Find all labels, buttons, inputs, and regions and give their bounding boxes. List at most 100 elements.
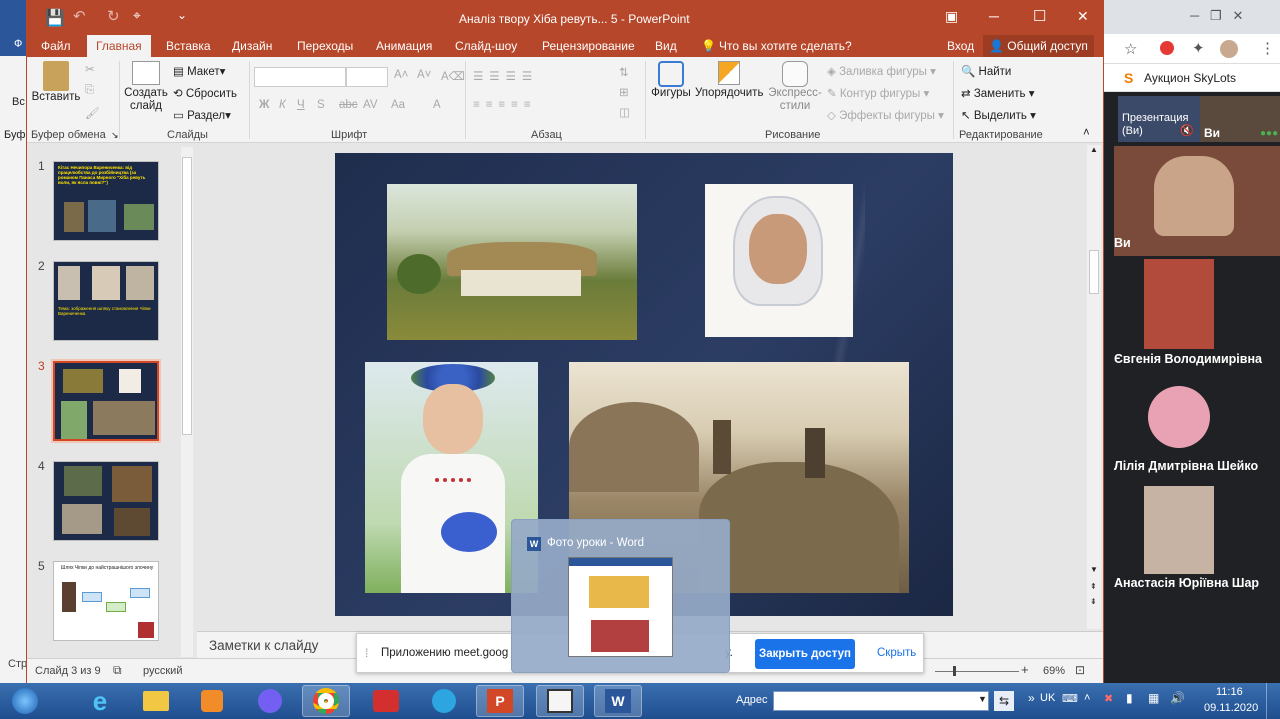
prev-slide-icon[interactable]: ⇞ bbox=[1090, 582, 1097, 591]
collapse-ribbon-icon[interactable]: ˄ bbox=[1083, 127, 1090, 139]
shape-outline-button[interactable]: ✎ Контур фигуры ▾ bbox=[827, 86, 929, 100]
taskbar-word[interactable]: W bbox=[594, 685, 642, 717]
tab-review[interactable]: Рецензирование bbox=[542, 39, 635, 53]
ribbon-display-icon[interactable]: ▣ bbox=[945, 8, 958, 25]
self-tile[interactable]: Ви ●●● bbox=[1200, 96, 1280, 142]
tab-home[interactable]: Главная bbox=[87, 35, 151, 57]
font-color-button[interactable]: A bbox=[433, 99, 441, 111]
image-old-woman[interactable] bbox=[705, 184, 853, 337]
star-icon[interactable]: ☆ bbox=[1124, 40, 1137, 58]
network-icon[interactable]: ▦ bbox=[1148, 691, 1159, 705]
taskbar-chrome[interactable] bbox=[302, 685, 350, 717]
close-button[interactable]: ✕ bbox=[1077, 8, 1089, 25]
avatar[interactable] bbox=[1220, 40, 1238, 58]
tab-animations[interactable]: Анимация bbox=[376, 39, 432, 53]
shrink-font-icon[interactable]: A˅ bbox=[417, 69, 431, 81]
battery-icon[interactable]: ▮ bbox=[1126, 691, 1133, 705]
dialog-launcher-icon[interactable]: ↘ bbox=[111, 130, 119, 141]
italic-button[interactable]: К bbox=[279, 99, 286, 111]
tab-view[interactable]: Вид bbox=[655, 39, 677, 53]
shape-fill-button[interactable]: ◈ Заливка фигуры ▾ bbox=[827, 64, 936, 78]
taskbar-downloader[interactable] bbox=[362, 685, 410, 717]
text-direction-icon[interactable]: ⇅ bbox=[619, 65, 629, 79]
tab-design[interactable]: Дизайн bbox=[232, 39, 272, 53]
slide-thumbnail-5[interactable]: Шлях Чіпки до найстрашнішого злочину bbox=[53, 561, 159, 641]
participant-tile[interactable]: Євгенія Володимирівна bbox=[1114, 257, 1280, 372]
copy-icon[interactable]: ⎘ bbox=[85, 84, 94, 97]
spacing-icon[interactable]: AV bbox=[363, 99, 378, 111]
smartart-icon[interactable]: ◫ bbox=[619, 105, 630, 119]
cut-icon[interactable]: ✂ bbox=[85, 62, 95, 76]
zoom-slider[interactable] bbox=[935, 666, 1019, 676]
clock-time[interactable]: 11:16 bbox=[1216, 686, 1243, 698]
editor-scrollbar[interactable]: ▲ ▼ ⇞ ⇟ bbox=[1087, 145, 1101, 629]
clock-date[interactable]: 09.11.2020 bbox=[1204, 702, 1258, 714]
participant-tile[interactable]: Лілія Дмитрівна Шейко bbox=[1114, 374, 1280, 479]
editor-scroll-thumb[interactable] bbox=[1089, 250, 1099, 294]
puzzle-icon[interactable]: ✦ bbox=[1192, 39, 1205, 57]
hide-button[interactable]: Скрыть bbox=[877, 647, 916, 659]
quick-styles-button[interactable]: Экспресс-стили bbox=[765, 61, 825, 113]
underline-button[interactable]: Ч bbox=[297, 99, 305, 111]
taskbar-preview[interactable]: W Фото уроки - Word bbox=[511, 519, 730, 673]
scroll-up-icon[interactable]: ▲ bbox=[1090, 145, 1098, 154]
tab-transitions[interactable]: Переходы bbox=[297, 39, 353, 53]
extension-icon[interactable] bbox=[1160, 41, 1174, 55]
taskbar-media[interactable] bbox=[188, 685, 236, 717]
clear-format-icon[interactable]: A⌫ bbox=[441, 69, 465, 83]
slide-thumbnail-1[interactable]: Кітас Нечипора Варениченка: від працелюб… bbox=[53, 161, 159, 241]
language-indicator[interactable]: UK bbox=[1040, 692, 1055, 704]
shape-effects-button[interactable]: ◇ Эффекты фигуры ▾ bbox=[827, 108, 944, 122]
bold-button[interactable]: Ж bbox=[259, 99, 269, 111]
save-icon[interactable]: 💾 bbox=[45, 8, 65, 28]
grow-font-icon[interactable]: A˄ bbox=[394, 69, 408, 81]
taskbar-telegram[interactable] bbox=[420, 685, 468, 717]
zoom-in-icon[interactable]: + bbox=[1021, 662, 1029, 677]
show-toolbar-icon[interactable]: » bbox=[1028, 691, 1035, 705]
minimize-button[interactable]: ─ bbox=[989, 8, 999, 24]
abc-button[interactable]: abc bbox=[339, 99, 358, 111]
stop-sharing-button[interactable]: Закрыть доступ bbox=[755, 639, 855, 669]
strikethrough-button[interactable]: S bbox=[317, 99, 325, 111]
arrange-button[interactable]: Упорядочить bbox=[695, 61, 763, 99]
reset-button[interactable]: ⟲ Сбросить bbox=[173, 86, 237, 100]
participant-tile[interactable]: Анастасія Юріївна Шар bbox=[1114, 486, 1280, 596]
undo-icon[interactable]: ↶ bbox=[73, 7, 86, 25]
paste-button[interactable]: Вставить bbox=[31, 61, 81, 103]
tray-chevron-icon[interactable]: ˄ bbox=[1084, 692, 1090, 704]
share-button[interactable]: 👤 Общий доступ bbox=[983, 35, 1094, 57]
browser-window-controls[interactable]: ─ ❐ ✕ bbox=[1190, 8, 1243, 24]
thumbs-scrollbar[interactable] bbox=[181, 147, 193, 657]
spellcheck-icon[interactable]: ⧉ bbox=[113, 663, 122, 678]
tab-file[interactable]: Файл bbox=[41, 39, 71, 53]
slide-thumbnail-3[interactable] bbox=[51, 359, 161, 443]
tab-insert[interactable]: Вставка bbox=[166, 39, 211, 53]
taskbar-powerpoint[interactable]: P bbox=[476, 685, 524, 717]
tray-app-icon[interactable]: ✖ bbox=[1104, 692, 1113, 705]
participant-tile[interactable]: Ви bbox=[1114, 146, 1280, 256]
go-icon[interactable]: ⇆ bbox=[994, 691, 1014, 711]
new-slide-button[interactable]: Создать слайд bbox=[121, 61, 171, 113]
taskbar-viber[interactable] bbox=[246, 685, 294, 717]
list-icons[interactable]: ☰☰☰☰ bbox=[473, 69, 538, 83]
address-input[interactable]: ▼ bbox=[773, 691, 989, 711]
layout-button[interactable]: ▤ Макет▾ bbox=[173, 64, 225, 78]
font-size-input[interactable] bbox=[346, 67, 388, 87]
align-icons[interactable]: ≡≡≡≡≡ bbox=[473, 99, 537, 111]
presenter-icon[interactable]: ⌖ bbox=[133, 7, 141, 24]
find-button[interactable]: 🔍 Найти bbox=[961, 64, 1011, 78]
select-button[interactable]: ↖ Выделить ▾ bbox=[961, 108, 1036, 122]
presentation-tile[interactable]: Презентация (Ви) 🔇 bbox=[1118, 96, 1200, 142]
bookmark-skylots[interactable]: Аукцион SkyLots bbox=[1144, 71, 1236, 85]
font-name-input[interactable] bbox=[254, 67, 346, 87]
redo-icon[interactable]: ↻ bbox=[107, 7, 120, 25]
maximize-button[interactable]: ☐ bbox=[1033, 7, 1046, 25]
shapes-button[interactable]: Фигуры bbox=[649, 61, 693, 99]
fit-slide-icon[interactable]: ⊡ bbox=[1075, 663, 1085, 677]
tab-slideshow[interactable]: Слайд-шоу bbox=[455, 39, 517, 53]
section-button[interactable]: ▭ Раздел▾ bbox=[173, 108, 231, 122]
sign-in-link[interactable]: Вход bbox=[947, 39, 974, 53]
image-thatched-house[interactable] bbox=[387, 184, 637, 340]
taskbar-explorer[interactable] bbox=[132, 685, 180, 717]
slide-thumbnail-4[interactable] bbox=[53, 461, 159, 541]
